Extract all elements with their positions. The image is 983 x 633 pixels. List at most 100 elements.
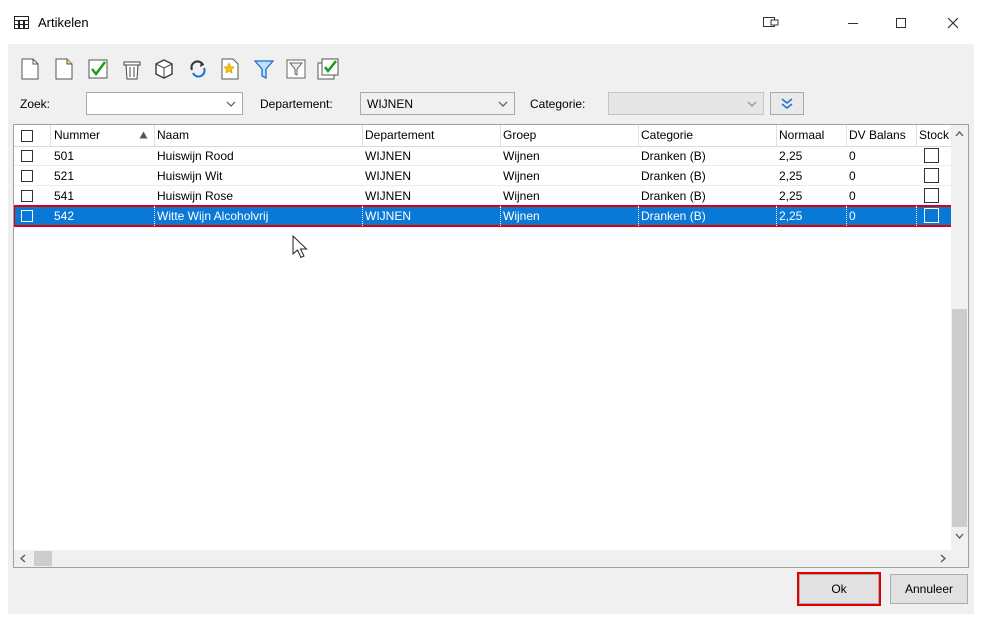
window-title: Artikelen: [38, 15, 89, 30]
cell-normaal: 2,25: [779, 169, 803, 183]
select-all-checkbox[interactable]: [21, 130, 33, 142]
refresh-button[interactable]: [185, 54, 211, 84]
vertical-scrollbar[interactable]: [951, 125, 968, 567]
column-header-categorie[interactable]: Categorie: [639, 125, 777, 146]
cell-departement: WIJNEN: [365, 149, 411, 163]
row-checkbox[interactable]: [21, 190, 33, 202]
row-checkbox[interactable]: [21, 170, 33, 182]
cell-groep: Wijnen: [503, 189, 540, 203]
stock-checkbox[interactable]: [924, 208, 939, 223]
cell-groep: Wijnen: [501, 206, 639, 226]
cell-categorie: Dranken (B): [641, 169, 706, 183]
clear-filter-icon: [286, 59, 306, 79]
cell-normaal: 2,25: [779, 189, 803, 203]
cell-naam: Huiswijn Rose: [157, 189, 234, 203]
column-header-naam[interactable]: Naam: [155, 125, 363, 146]
cell-groep: Wijnen: [503, 169, 540, 183]
table-row[interactable]: 521 Huiswijn Wit WIJNEN Wijnen Dranken (…: [14, 166, 954, 186]
cancel-button[interactable]: Annuleer: [890, 574, 968, 604]
table-row[interactable]: 541 Huiswijn Rose WIJNEN Wijnen Dranken …: [14, 186, 954, 206]
delete-bin-icon: [123, 61, 141, 80]
edit-button[interactable]: [51, 54, 77, 84]
cube-icon: [155, 59, 173, 79]
confirm-button[interactable]: [85, 54, 111, 84]
articles-grid: Nummer Naam Departement Groep Categorie …: [13, 124, 969, 568]
search-combobox[interactable]: [86, 92, 243, 115]
stock-checkbox[interactable]: [924, 148, 939, 163]
category-label: Categorie:: [530, 97, 586, 111]
articles-window: Artikelen Zoek: Departement: WIJNEN Cate…: [0, 0, 983, 633]
column-header-normaal[interactable]: Normaal: [777, 125, 847, 146]
column-header-nummer[interactable]: Nummer: [51, 125, 155, 146]
horizontal-scrollbar[interactable]: [14, 550, 952, 567]
sort-ascending-icon: [139, 131, 148, 139]
chevron-down-icon: [226, 101, 236, 107]
cell-normaal: 2,25: [779, 149, 803, 163]
cell-dv-balans: 0: [847, 206, 917, 226]
cell-departement: WIJNEN: [363, 206, 501, 226]
minimize-button[interactable]: [830, 8, 876, 38]
cell-naam: Huiswijn Wit: [157, 169, 223, 183]
chevron-left-icon: [20, 554, 26, 563]
stock-checkbox[interactable]: [924, 188, 939, 203]
cell-groep: Wijnen: [503, 149, 540, 163]
chevron-down-icon: [955, 533, 964, 539]
cell-categorie: Dranken (B): [641, 189, 706, 203]
horizontal-scroll-thumb[interactable]: [34, 551, 52, 566]
table-row-selected[interactable]: 542 Witte Wijn Alcoholvrij WIJNEN Wijnen…: [14, 205, 955, 227]
mouse-cursor-icon: [292, 235, 308, 259]
header-select-cell: [14, 125, 51, 146]
delete-button[interactable]: [119, 54, 145, 84]
cell-normaal: 2,25: [777, 206, 847, 226]
grid-header: Nummer Naam Departement Groep Categorie …: [14, 125, 968, 147]
refresh-icon: [190, 60, 206, 78]
check-icon: [88, 59, 108, 79]
restore-button[interactable]: [748, 8, 794, 38]
edit-document-icon: [55, 58, 73, 80]
row-checkbox[interactable]: [21, 150, 33, 162]
chevron-up-icon: [955, 131, 964, 137]
expand-filters-button[interactable]: [770, 92, 804, 115]
cell-nummer: 542: [52, 206, 155, 226]
search-label: Zoek:: [20, 97, 51, 111]
vertical-scroll-thumb[interactable]: [952, 309, 967, 527]
category-combobox[interactable]: [608, 92, 764, 115]
maximize-button[interactable]: [878, 8, 924, 38]
close-icon: [947, 17, 959, 29]
cell-dv-balans: 0: [849, 169, 856, 183]
department-combobox[interactable]: WIJNEN: [360, 92, 515, 115]
clear-filter-button[interactable]: [283, 54, 309, 84]
column-header-groep[interactable]: Groep: [501, 125, 639, 146]
ok-button[interactable]: Ok: [797, 572, 881, 606]
cell-departement: WIJNEN: [365, 189, 411, 203]
dialog-content: Zoek: Departement: WIJNEN Categorie: Num…: [8, 44, 974, 614]
column-header-dv-balans[interactable]: DV Balans: [847, 125, 917, 146]
close-button[interactable]: [930, 8, 976, 38]
title-bar: Artikelen: [0, 0, 983, 44]
restore-icon: [763, 17, 779, 27]
new-button[interactable]: [17, 54, 43, 84]
table-row[interactable]: 501 Huiswijn Rood WIJNEN Wijnen Dranken …: [14, 146, 954, 166]
new-document-icon: [21, 58, 39, 80]
cell-nummer: 521: [54, 169, 75, 183]
minimize-icon: [848, 23, 858, 24]
column-header-departement[interactable]: Departement: [363, 125, 501, 146]
double-chevron-down-icon: [781, 97, 793, 109]
favorite-button[interactable]: [217, 54, 243, 84]
column-header-stock[interactable]: Stock: [917, 125, 953, 146]
filter-button[interactable]: [251, 54, 277, 84]
cell-categorie: Dranken (B): [641, 149, 706, 163]
favorite-icon: [221, 58, 239, 80]
maximize-icon: [896, 18, 906, 28]
cell-nummer: 541: [54, 189, 75, 203]
cell-dv-balans: 0: [849, 189, 856, 203]
filter-icon: [253, 60, 275, 80]
department-value: WIJNEN: [367, 97, 413, 111]
stock-checkbox[interactable]: [924, 168, 939, 183]
cell-categorie: Dranken (B): [639, 206, 777, 226]
row-checkbox[interactable]: [21, 210, 33, 222]
article-button[interactable]: [151, 54, 177, 84]
department-label: Departement:: [260, 97, 333, 111]
select-all-button[interactable]: [315, 54, 341, 84]
select-all-icon: [317, 58, 339, 80]
